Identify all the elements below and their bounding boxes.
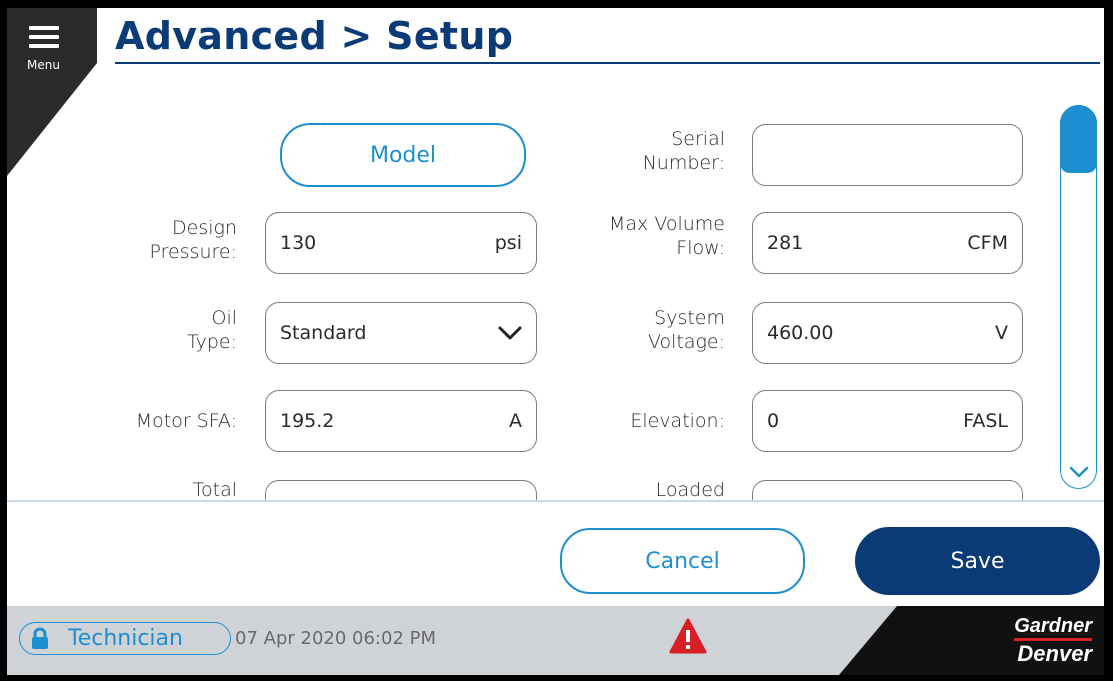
hamburger-icon [29, 26, 59, 53]
status-bar: Technician 07 Apr 2020 06:02 PM Gardner … [7, 606, 1104, 675]
title-divider [115, 62, 1100, 64]
cancel-button[interactable]: Cancel [560, 528, 805, 594]
save-button[interactable]: Save [855, 527, 1100, 595]
elevation-label: Elevation: [630, 410, 725, 432]
lock-icon [32, 627, 48, 649]
design-pressure-unit: psi [494, 232, 522, 254]
max-volume-flow-field[interactable]: 281 CFM [752, 212, 1023, 274]
gardner-denver-logo: Gardner Denver [1000, 616, 1092, 665]
design-pressure-field[interactable]: 130 psi [265, 212, 537, 274]
motor-sfa-label: Motor SFA: [135, 410, 237, 432]
elevation-value: 0 [767, 410, 780, 432]
elevation-field[interactable]: 0 FASL [752, 390, 1023, 452]
system-voltage-value: 460.00 [767, 322, 834, 344]
system-voltage-unit: V [995, 322, 1008, 344]
design-pressure-value: 130 [280, 232, 317, 254]
design-pressure-label: Design Pressure: [149, 217, 237, 263]
chevron-down-icon [498, 326, 522, 340]
oil-type-label: Oil Type: [186, 307, 237, 353]
oil-type-value: Standard [280, 322, 367, 344]
user-level-label: Technician [68, 626, 183, 651]
user-level-button[interactable]: Technician [19, 622, 231, 655]
serial-number-field[interactable] [752, 124, 1023, 186]
model-button[interactable]: Model [280, 123, 526, 187]
loaded-label: Loaded [655, 479, 725, 500]
date-time: 07 Apr 2020 06:02 PM [235, 628, 436, 649]
elevation-unit: FASL [963, 410, 1008, 432]
page-title: Advanced > Setup [115, 14, 514, 58]
max-volume-flow-value: 281 [767, 232, 804, 254]
total-label: Total [192, 479, 237, 500]
loaded-field[interactable] [752, 480, 1023, 500]
max-volume-flow-unit: CFM [967, 232, 1008, 254]
form-divider [7, 500, 1104, 502]
max-volume-flow-label: Max Volume Flow: [609, 213, 725, 259]
total-field[interactable] [265, 480, 537, 500]
setup-screen: Menu Advanced > Setup Model Serial Numbe… [7, 8, 1104, 675]
scroll-down-icon[interactable] [1069, 465, 1089, 479]
form-scroll-area[interactable]: Model Serial Number: Design Pressure: 13… [7, 98, 1057, 500]
system-voltage-label: System Voltage: [647, 307, 725, 353]
brand-line2: Denver [1017, 641, 1092, 666]
system-voltage-field[interactable]: 460.00 V [752, 302, 1023, 364]
scrollbar-thumb[interactable] [1060, 105, 1097, 173]
motor-sfa-value: 195.2 [280, 410, 335, 432]
oil-type-select[interactable]: Standard [265, 302, 537, 364]
menu-label: Menu [27, 58, 60, 72]
motor-sfa-field[interactable]: 195.2 A [265, 390, 537, 452]
warning-icon[interactable] [669, 618, 707, 654]
brand-line1: Gardner [1014, 615, 1092, 637]
motor-sfa-unit: A [509, 410, 522, 432]
serial-number-label: Serial Number: [642, 128, 725, 174]
